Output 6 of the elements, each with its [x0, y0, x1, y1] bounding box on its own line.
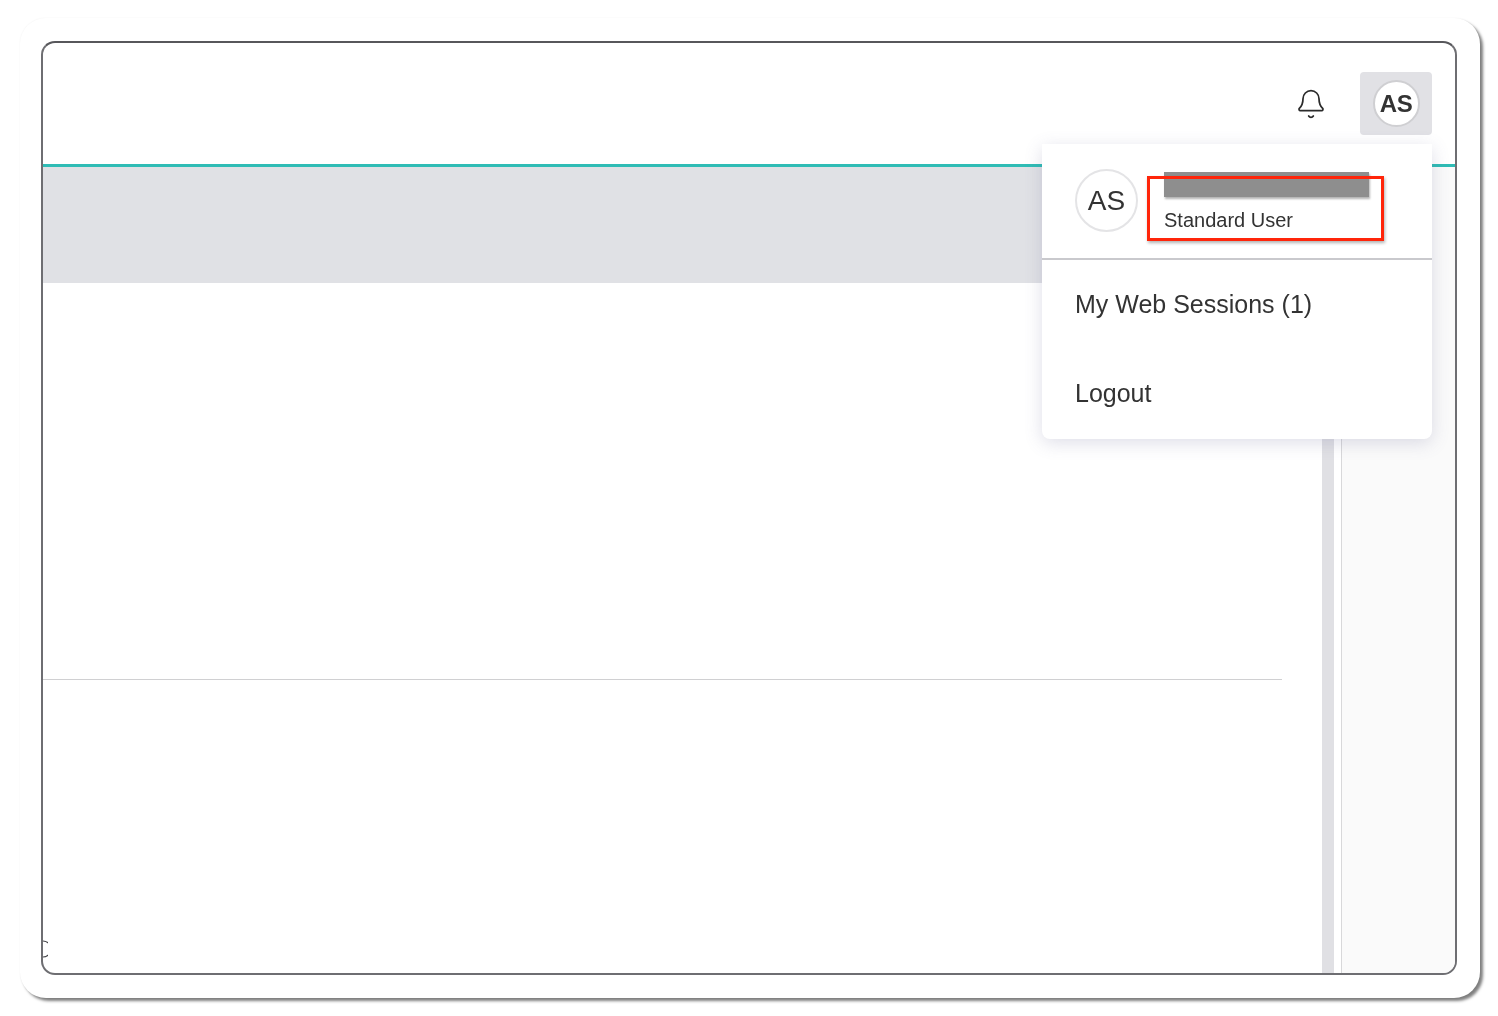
- menu-item[interactable]: Logout: [1042, 349, 1432, 439]
- avatar: AS: [1372, 80, 1420, 127]
- menu-item[interactable]: My Web Sessions (1): [1042, 259, 1432, 350]
- user-role: Standard User: [1164, 207, 1294, 232]
- avatar: AS: [1075, 169, 1138, 233]
- account-button[interactable]: AS: [1360, 72, 1432, 135]
